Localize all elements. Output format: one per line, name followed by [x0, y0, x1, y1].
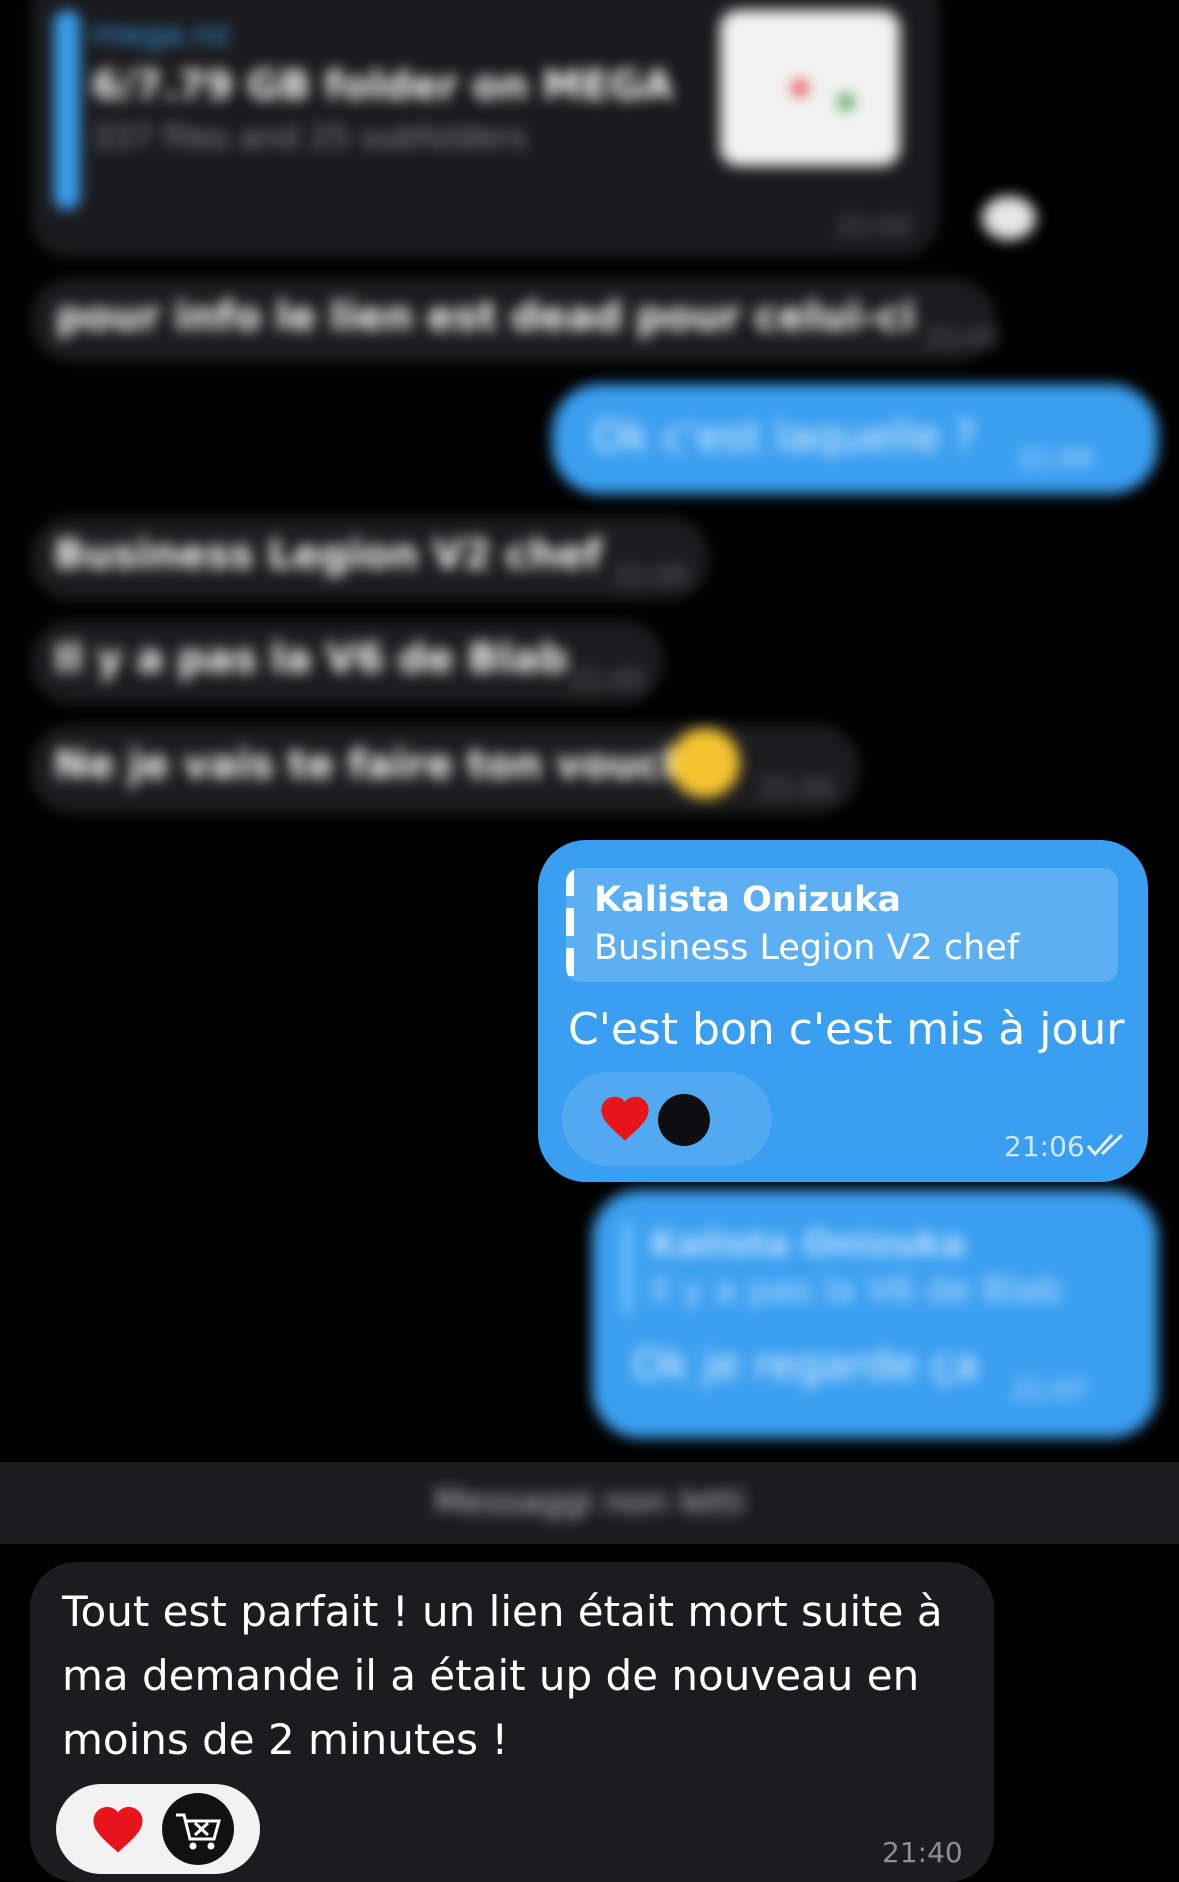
quote-accent-bar [54, 10, 80, 210]
reactions-pill[interactable] [562, 1072, 772, 1166]
message-text: Il y a pas la V6 de Blab [54, 636, 568, 682]
message-time: 21:02 [837, 212, 912, 242]
incoming-message[interactable]: pour info le lien est dead pour celui-ci… [30, 278, 1001, 362]
thumbnail-dot-red [792, 80, 808, 96]
quoted-sender-name: Kalista Onizuka [594, 880, 901, 920]
message-text: Business Legion V2 chef [54, 532, 602, 578]
message-time: 21:07 [1012, 1376, 1087, 1406]
cart-icon-glyph [176, 1813, 221, 1850]
message-text: Ne je vais te faire ton vouch [54, 742, 691, 788]
message-time: 21:05 [614, 562, 689, 592]
double-check-icon [1086, 1133, 1124, 1157]
quoted-message[interactable]: Kalista Onizuka Business Legion V2 chef [566, 868, 1118, 982]
incoming-message[interactable]: Ne je vais te faire ton vouch 21:05 [30, 724, 860, 814]
outgoing-reply-message[interactable]: Kalista Onizuka Business Legion V2 chef … [538, 840, 1148, 1182]
forwarded-link-message[interactable]: mega.nz 6/7.79 GB folder on MEGA 337 fil… [30, 0, 940, 258]
message-text: Ok c'est laquelle ? [592, 412, 977, 461]
incoming-message[interactable]: Tout est parfait ! un lien était mort su… [30, 1562, 994, 1882]
heart-icon [601, 1096, 649, 1141]
outgoing-message[interactable]: Ok c'est laquelle ? 21:04 [552, 384, 1158, 494]
reactions-pill[interactable] [56, 1784, 260, 1874]
message-text: Ok je regarde ça [632, 1340, 980, 1389]
emoji-icon [670, 728, 740, 798]
link-source[interactable]: mega.nz [92, 15, 230, 53]
message-time: 21:04 [1018, 444, 1093, 474]
message-time: 21:40 [882, 1836, 963, 1869]
message-text: pour info le lien est dead pour celui-ci [56, 294, 916, 340]
unread-label: Messaggi non letti [433, 1482, 746, 1522]
message-time: 21:02 [926, 324, 1001, 354]
link-title[interactable]: 6/7.79 GB folder on MEGA [92, 63, 673, 109]
message-time: 21:05 [570, 666, 645, 696]
cart-icon [162, 1793, 234, 1865]
quote-accent-bar [566, 868, 574, 982]
link-thumbnail[interactable] [720, 10, 900, 166]
user-avatar[interactable] [658, 1094, 710, 1146]
quoted-text: Business Legion V2 chef [594, 928, 1020, 968]
quoted-sender-name: Kalista Onizuka [650, 1224, 966, 1265]
quoted-text: Il y a pas la V6 de Blab [650, 1270, 1062, 1311]
incoming-message[interactable]: Il y a pas la V6 de Blab 21:05 [30, 620, 664, 704]
message-time: 21:06 [1004, 1130, 1085, 1163]
quote-accent-bar [622, 1220, 632, 1316]
message-text: C'est bon c'est mis à jour [568, 1004, 1125, 1055]
outgoing-reply-message[interactable]: Kalista Onizuka Il y a pas la V6 de Blab… [592, 1190, 1158, 1438]
thumbnail-dot-green [838, 94, 854, 110]
link-subtitle: 337 files and 25 subfolders [92, 118, 527, 156]
unread-messages-divider: Messaggi non letti [0, 1462, 1179, 1544]
heart-icon [93, 1807, 143, 1853]
message-text: Tout est parfait ! un lien était mort su… [62, 1587, 943, 1764]
incoming-message[interactable]: Business Legion V2 chef 21:05 [30, 516, 710, 600]
message-time: 21:05 [760, 774, 835, 804]
share-icon[interactable] [982, 196, 1036, 240]
